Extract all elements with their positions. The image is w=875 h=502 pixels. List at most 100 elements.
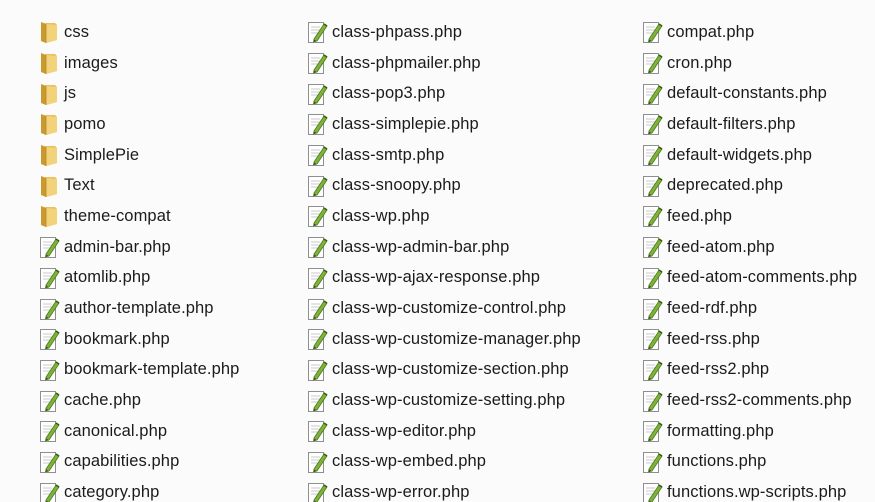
item-label: class-pop3.php [332, 84, 446, 103]
file-item[interactable]: class-pop3.php [306, 78, 581, 109]
file-item[interactable]: class-wp-customize-manager.php [306, 324, 581, 355]
item-label: deprecated.php [667, 176, 784, 195]
folder-icon [38, 50, 60, 76]
item-label: feed-rss2.php [667, 360, 770, 379]
item-label: canonical.php [64, 421, 168, 440]
item-label: functions.wp-scripts.php [667, 483, 847, 502]
file-item[interactable]: formatting.php [641, 416, 857, 447]
file-item[interactable]: class-wp-customize-control.php [306, 293, 581, 324]
php-file-icon [306, 19, 328, 45]
php-file-icon [306, 449, 328, 475]
item-label: default-constants.php [667, 84, 827, 103]
file-item[interactable]: default-constants.php [641, 78, 857, 109]
php-file-icon [38, 480, 60, 502]
file-item[interactable]: class-wp-customize-setting.php [306, 385, 581, 416]
php-file-icon [641, 480, 663, 502]
folder-item[interactable]: js [38, 78, 239, 109]
item-label: class-wp.php [332, 206, 430, 225]
php-file-icon [641, 19, 663, 45]
item-label: class-wp-customize-manager.php [332, 329, 581, 348]
php-file-icon [641, 326, 663, 352]
file-column-2: class-phpass.php class-phpmailer.php class… [306, 17, 581, 502]
file-item[interactable]: class-wp-error.php [306, 477, 581, 502]
item-label: class-wp-editor.php [332, 421, 477, 440]
file-item[interactable]: author-template.php [38, 293, 239, 324]
php-file-icon [306, 50, 328, 76]
file-item[interactable]: class-smtp.php [306, 140, 581, 171]
file-item[interactable]: bookmark.php [38, 324, 239, 355]
file-item[interactable]: class-phpass.php [306, 17, 581, 48]
item-label: js [64, 84, 77, 103]
item-label: feed-rdf.php [667, 299, 758, 318]
item-label: class-simplepie.php [332, 114, 479, 133]
item-label: class-snoopy.php [332, 176, 461, 195]
php-file-icon [641, 81, 663, 107]
item-label: class-smtp.php [332, 145, 445, 164]
folder-item[interactable]: SimplePie [38, 140, 239, 171]
file-item[interactable]: atomlib.php [38, 263, 239, 294]
file-item[interactable]: feed-atom-comments.php [641, 263, 857, 294]
item-label: admin-bar.php [64, 237, 171, 256]
file-item[interactable]: cache.php [38, 385, 239, 416]
file-item[interactable]: default-widgets.php [641, 140, 857, 171]
file-item[interactable]: feed-rss2-comments.php [641, 385, 857, 416]
file-item[interactable]: functions.wp-scripts.php [641, 477, 857, 502]
item-label: feed-rss.php [667, 329, 760, 348]
php-file-icon [641, 296, 663, 322]
item-label: css [64, 22, 90, 41]
file-item[interactable]: functions.php [641, 447, 857, 478]
file-item[interactable]: compat.php [641, 17, 857, 48]
file-item[interactable]: admin-bar.php [38, 232, 239, 263]
file-item[interactable]: feed.php [641, 201, 857, 232]
php-file-icon [641, 418, 663, 444]
folder-item[interactable]: theme-compat [38, 201, 239, 232]
file-item[interactable]: bookmark-template.php [38, 355, 239, 386]
folder-icon [38, 142, 60, 168]
file-item[interactable]: feed-atom.php [641, 232, 857, 263]
file-column-3: compat.php cron.php default-constants.php d… [641, 17, 857, 502]
file-item[interactable]: feed-rss.php [641, 324, 857, 355]
item-label: class-wp-embed.php [332, 452, 487, 471]
folder-item[interactable]: css [38, 17, 239, 48]
php-file-icon [641, 388, 663, 414]
file-item[interactable]: capabilities.php [38, 447, 239, 478]
folder-item[interactable]: Text [38, 170, 239, 201]
php-file-icon [306, 418, 328, 444]
php-file-icon [306, 111, 328, 137]
file-item[interactable]: class-wp-admin-bar.php [306, 232, 581, 263]
file-item[interactable]: class-wp-ajax-response.php [306, 263, 581, 294]
item-label: feed-atom.php [667, 237, 775, 256]
folder-item[interactable]: images [38, 48, 239, 79]
folder-icon [38, 19, 60, 45]
file-item[interactable]: class-wp-embed.php [306, 447, 581, 478]
file-item[interactable]: default-filters.php [641, 109, 857, 140]
php-file-icon [641, 173, 663, 199]
file-item[interactable]: feed-rdf.php [641, 293, 857, 324]
item-label: class-wp-error.php [332, 483, 470, 502]
folder-icon [38, 111, 60, 137]
folder-item[interactable]: pomo [38, 109, 239, 140]
item-label: capabilities.php [64, 452, 180, 471]
php-file-icon [641, 142, 663, 168]
file-item[interactable]: class-snoopy.php [306, 170, 581, 201]
file-item[interactable]: class-simplepie.php [306, 109, 581, 140]
php-file-icon [306, 173, 328, 199]
file-item[interactable]: class-phpmailer.php [306, 48, 581, 79]
php-file-icon [306, 142, 328, 168]
php-file-icon [641, 265, 663, 291]
file-item[interactable]: canonical.php [38, 416, 239, 447]
php-file-icon [306, 81, 328, 107]
file-item[interactable]: class-wp-customize-section.php [306, 355, 581, 386]
item-label: bookmark-template.php [64, 360, 240, 379]
file-item[interactable]: class-wp-editor.php [306, 416, 581, 447]
file-item[interactable]: feed-rss2.php [641, 355, 857, 386]
file-item[interactable]: class-wp.php [306, 201, 581, 232]
file-item[interactable]: cron.php [641, 48, 857, 79]
file-item[interactable]: category.php [38, 477, 239, 502]
php-file-icon [306, 234, 328, 260]
file-item[interactable]: deprecated.php [641, 170, 857, 201]
item-label: functions.php [667, 452, 767, 471]
item-label: category.php [64, 483, 160, 502]
php-file-icon [641, 449, 663, 475]
php-file-icon [306, 480, 328, 502]
